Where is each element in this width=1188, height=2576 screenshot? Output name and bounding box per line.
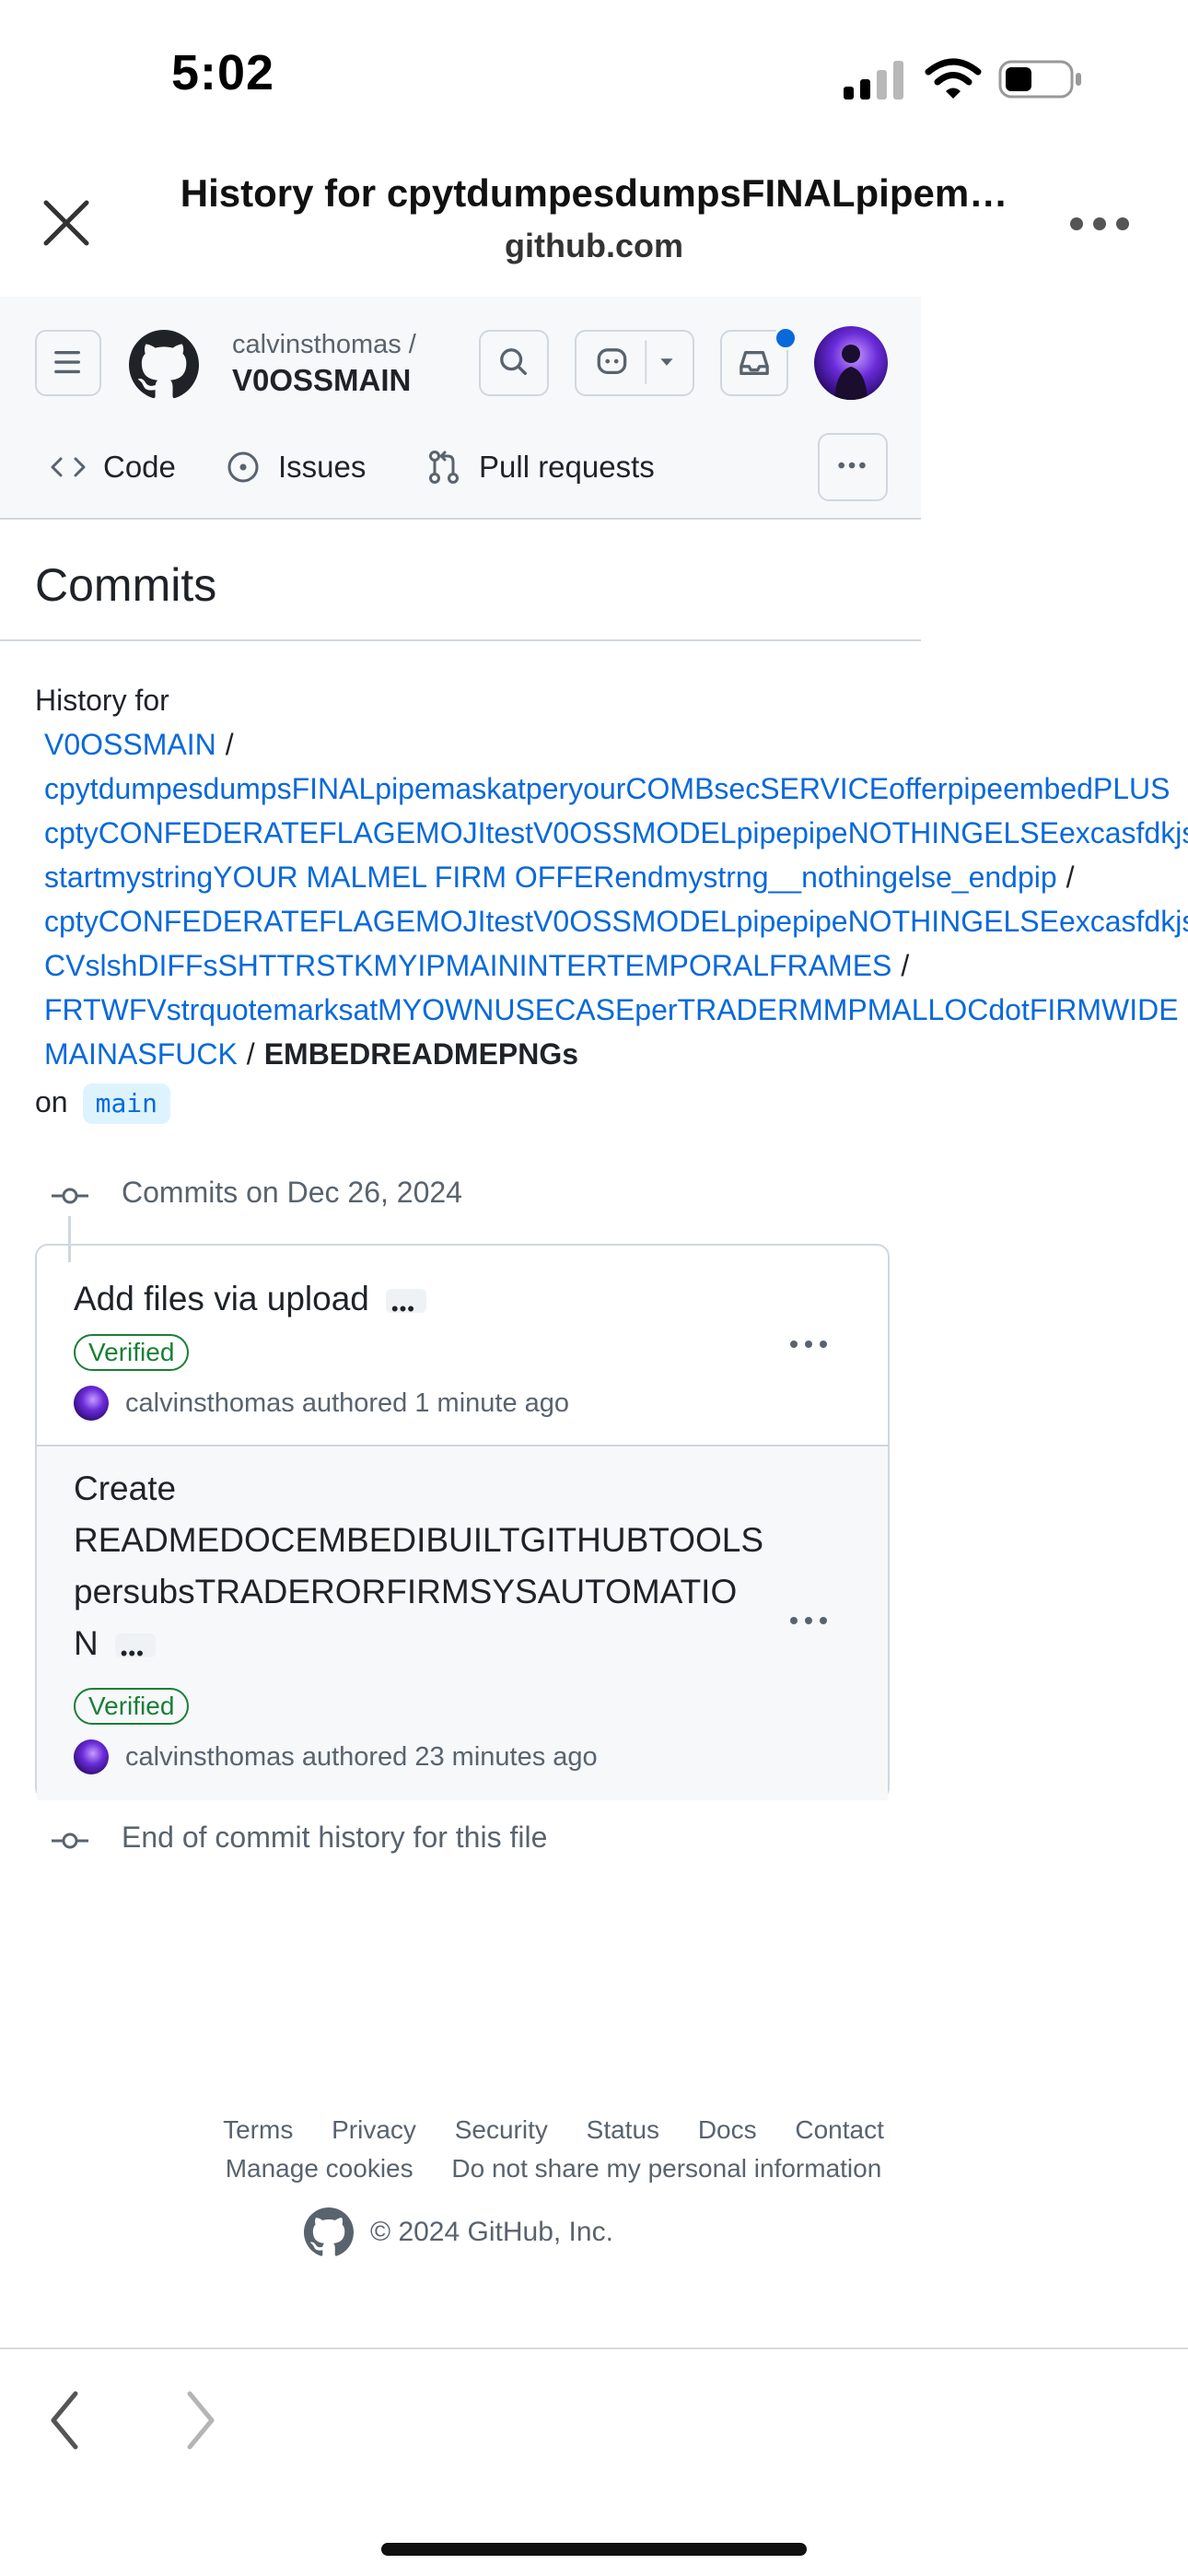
divider — [0, 639, 921, 641]
breadcrumb-path-link[interactable]: FRTWFVstrquotemarksatMYOWNUSECASEperTRAD… — [35, 993, 1179, 1026]
github-logo-icon[interactable] — [129, 330, 199, 400]
commit-icon — [52, 1188, 88, 1204]
footer-link-security[interactable]: Security — [455, 2115, 548, 2144]
tab-issues-label: Issues — [278, 450, 367, 484]
breadcrumb-repo-link[interactable]: V0OSSMAIN — [35, 728, 216, 761]
author-name[interactable]: calvinsthomas — [125, 1742, 295, 1773]
breadcrumb: History for V0OSSMAIN / cpytdumpesdumpsFI… — [35, 678, 1188, 1124]
commit-title-text[interactable]: Add files via upload — [74, 1280, 369, 1317]
issue-icon — [227, 451, 259, 483]
breadcrumb-separator: / — [1066, 861, 1075, 894]
commit-message-expand-button[interactable] — [385, 1283, 426, 1335]
search-icon — [500, 348, 527, 375]
tab-issues[interactable]: Issues — [225, 439, 366, 496]
author-avatar[interactable] — [74, 1739, 109, 1774]
footer-link-contact[interactable]: Contact — [795, 2115, 884, 2144]
author-avatar[interactable] — [74, 1386, 109, 1421]
breadcrumb-path-link[interactable]: startmystringYOUR MALMEL FIRM OFFERendmy… — [35, 861, 1057, 894]
toolbar-divider — [0, 2348, 1188, 2349]
footer-link-do-not-share[interactable]: Do not share my personal information — [451, 2154, 881, 2183]
tab-pull-requests-label: Pull requests — [479, 450, 655, 484]
breadcrumb-current-file: EMBEDREADMEPNGs — [263, 1037, 579, 1071]
search-button[interactable] — [479, 330, 549, 396]
commit-title[interactable]: Create READMEDOCEMBEDIBUILTGITHUBTOOLS p… — [74, 1463, 774, 1680]
home-indicator[interactable] — [381, 2543, 807, 2556]
pull-request-icon — [429, 451, 459, 484]
commit-title-line[interactable]: READMEDOCEMBEDIBUILTGITHUBTOOLS — [74, 1515, 774, 1566]
breadcrumb-path-link[interactable]: CVslshDIFFsSHTTRSTKMYIPMAININTERTEMPORAL… — [35, 949, 891, 982]
page-title: History for cpytdumpesdumpsFINALpipem… — [180, 171, 1008, 215]
breadcrumb-separator: / — [901, 949, 910, 982]
notification-dot — [774, 326, 798, 350]
breadcrumb-path-link[interactable]: cpytdumpesdumpsFINALpipemaskatperyourCOM… — [35, 772, 1171, 805]
end-of-history-label: End of commit history for this file — [122, 1821, 548, 1854]
status-time: 5:02 — [171, 45, 275, 100]
breadcrumb-path-link[interactable]: MAINASFUCK — [35, 1037, 238, 1071]
commit-actions-icon[interactable] — [788, 1613, 829, 1628]
footer-copyright: © 2024 GitHub, Inc. — [304, 2207, 613, 2257]
repo-owner-link[interactable]: calvinsthomas / — [232, 330, 416, 360]
commit-icon — [52, 1832, 88, 1849]
commit-group-date: Commits on Dec 26, 2024 — [122, 1176, 462, 1209]
breadcrumb-separator: / — [225, 728, 234, 761]
forward-chevron-icon[interactable] — [184, 2390, 217, 2451]
menu-button[interactable] — [35, 330, 101, 396]
branch-on-label: on — [35, 1085, 68, 1118]
commit-time: authored 23 minutes ago — [301, 1741, 598, 1772]
tab-code[interactable]: Code — [50, 439, 176, 496]
breadcrumb-path-link[interactable]: cptyCONFEDERATEFLAGEMOJItestV0OSSMODELpi… — [35, 905, 1188, 938]
commit-time: authored 1 minute ago — [301, 1388, 570, 1418]
commit-message-expand-button[interactable] — [114, 1628, 156, 1680]
author-name[interactable]: calvinsthomas — [125, 1388, 295, 1419]
close-icon[interactable] — [41, 197, 92, 249]
avatar-figure — [834, 345, 868, 400]
footer-link-terms[interactable]: Terms — [223, 2115, 293, 2144]
copyright-text: © 2024 GitHub, Inc. — [370, 2217, 613, 2247]
commit-title-line[interactable]: N — [74, 1624, 99, 1662]
cellular-signal-icon — [844, 61, 903, 100]
copilot-button[interactable] — [575, 330, 694, 396]
page-domain: github.com — [505, 227, 683, 264]
tab-pull-requests[interactable]: Pull requests — [425, 439, 655, 496]
breadcrumb-prefix: History for — [35, 684, 169, 717]
footer-links: Terms Privacy Security Status Docs Conta… — [0, 2115, 1147, 2145]
kebab-horizontal-icon — [838, 462, 866, 469]
hamburger-icon — [54, 351, 80, 374]
commit-author-line: calvinsthomas authored 23 minutes ago — [74, 1739, 598, 1774]
footer-link-manage-cookies[interactable]: Manage cookies — [226, 2154, 413, 2183]
page-heading: Commits — [35, 559, 217, 611]
user-avatar[interactable] — [814, 326, 888, 400]
commit-actions-icon[interactable] — [788, 1337, 829, 1352]
repo-name-link[interactable]: V0OSSMAIN — [232, 363, 411, 398]
more-options-icon[interactable] — [1068, 214, 1131, 234]
commit-title-line[interactable]: persubsTRADERORFIRMSYSAUTOMATIO — [74, 1566, 774, 1618]
footer-link-docs[interactable]: Docs — [698, 2115, 757, 2144]
commit-author-line: calvinsthomas authored 1 minute ago — [74, 1386, 569, 1421]
footer-links-secondary: Manage cookies Do not share my personal … — [0, 2154, 1147, 2184]
verified-badge[interactable]: Verified — [74, 1688, 190, 1725]
code-icon — [51, 457, 86, 477]
branch-badge[interactable]: main — [82, 1083, 171, 1124]
footer-link-privacy[interactable]: Privacy — [332, 2115, 416, 2144]
copilot-icon — [597, 340, 673, 384]
verified-badge[interactable]: Verified — [74, 1334, 190, 1371]
breadcrumb-separator: / — [246, 1037, 255, 1071]
wifi-icon — [925, 58, 982, 99]
footer-link-status[interactable]: Status — [587, 2115, 659, 2144]
more-tabs-button[interactable] — [818, 433, 888, 501]
commit-title-line[interactable]: Create — [74, 1463, 774, 1515]
battery-icon — [998, 60, 1081, 99]
commit-title[interactable]: Add files via upload — [74, 1273, 426, 1335]
github-logo-icon[interactable] — [304, 2207, 354, 2257]
back-chevron-icon[interactable] — [48, 2390, 81, 2451]
breadcrumb-path-link[interactable]: cptyCONFEDERATEFLAGEMOJItestV0OSSMODELpi… — [35, 816, 1188, 849]
chevron-down-icon — [660, 358, 673, 366]
tab-code-label: Code — [103, 450, 176, 484]
